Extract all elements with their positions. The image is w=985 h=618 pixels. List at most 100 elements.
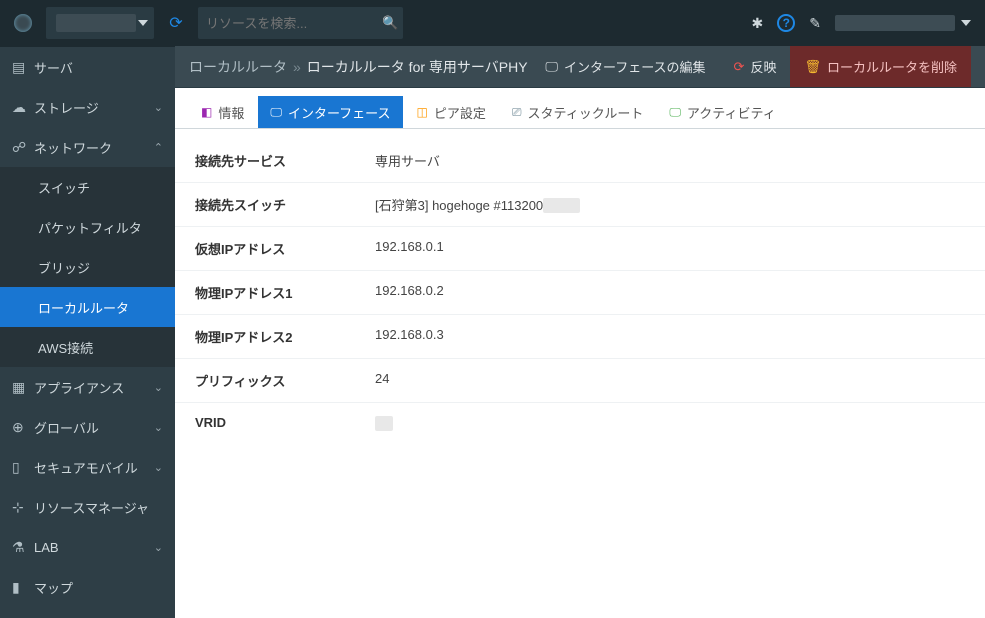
breadcrumb-root[interactable]: ローカルルータ xyxy=(189,57,287,77)
detail-label: 仮想IPアドレス xyxy=(195,239,375,258)
search-box[interactable]: 🔍 xyxy=(198,7,403,39)
content: ローカルルータ » ローカルルータ for 専用サーバPHY 🖵 インターフェー… xyxy=(175,46,985,618)
chevron-up-icon: ⌃ xyxy=(154,141,163,154)
tab-label: スタティックルート xyxy=(527,103,643,122)
server-icon: ▤ xyxy=(12,59,34,76)
apply-button[interactable]: ⟳ 反映 xyxy=(720,46,791,87)
detail-label: 物理IPアドレス1 xyxy=(195,283,375,302)
content-header: ローカルルータ » ローカルルータ for 専用サーバPHY 🖵 インターフェー… xyxy=(175,46,985,88)
sidebar-label: アプライアンス xyxy=(34,378,154,397)
content-actions: 🖵 インターフェースの編集 ⟳ 反映 🗑 ローカルルータを削除 xyxy=(531,46,971,87)
sidebar-label: リソースマネージャ xyxy=(34,498,163,517)
tab-label: 情報 xyxy=(218,103,244,122)
chevron-down-icon: ⌄ xyxy=(154,421,163,434)
tab-label: アクティビティ xyxy=(687,103,776,122)
trash-icon: 🗑 xyxy=(804,59,821,75)
chevron-down-icon xyxy=(138,20,148,26)
tab-label: ピア設定 xyxy=(434,103,486,122)
sidebar-sub-packet-filter[interactable]: パケットフィルタ xyxy=(0,207,175,247)
reload-icon: ⟳ xyxy=(734,59,745,75)
detail-value: 192.168.0.2 xyxy=(375,283,444,302)
feather-icon[interactable]: ✎ xyxy=(809,15,821,32)
chevron-down-icon: ⌄ xyxy=(154,381,163,394)
breadcrumb-separator: » xyxy=(293,59,301,75)
refresh-icon: ⟳ xyxy=(169,13,182,33)
help-icon[interactable]: ? xyxy=(777,14,795,32)
mobile-icon: ▯ xyxy=(12,459,34,476)
sidebar-item-storage[interactable]: ☁ ストレージ ⌄ xyxy=(0,87,175,127)
route-icon: ⎚ xyxy=(512,105,522,120)
search-input[interactable] xyxy=(206,16,382,31)
globe-icon xyxy=(14,14,32,32)
detail-value: 24 xyxy=(375,371,389,390)
delete-button[interactable]: 🗑 ローカルルータを削除 xyxy=(790,46,971,87)
user-label xyxy=(835,15,955,31)
detail-value-text: [石狩第3] hogehoge #113200 xyxy=(375,198,543,213)
sidebar-submenu-network: スイッチ パケットフィルタ ブリッジ ローカルルータ AWS接続 xyxy=(0,167,175,367)
region-dropdown[interactable]: xxxxxxxxxx xyxy=(46,7,154,39)
detail-row: 物理IPアドレス2 192.168.0.3 xyxy=(175,315,985,359)
detail-label: 接続先サービス xyxy=(195,151,375,170)
top-bar: xxxxxxxxxx ⟳ 🔍 ✱ ? ✎ xyxy=(0,0,985,46)
edit-interface-button[interactable]: 🖵 インターフェースの編集 xyxy=(531,46,719,87)
chevron-down-icon: ⌄ xyxy=(154,461,163,474)
sidebar-sub-local-router[interactable]: ローカルルータ xyxy=(0,287,175,327)
detail-value: 専用サーバ xyxy=(375,151,440,170)
sidebar-item-appliance[interactable]: ▦ アプライアンス ⌄ xyxy=(0,367,175,407)
map-icon: ▮ xyxy=(12,579,34,596)
sidebar-item-server[interactable]: ▤ サーバ xyxy=(0,47,175,87)
detail-row: 物理IPアドレス1 192.168.0.2 xyxy=(175,271,985,315)
tab-peer[interactable]: ◫ ピア設定 xyxy=(405,96,498,128)
tabs: ◧ 情報 🖵 インターフェース ◫ ピア設定 ⎚ スタティックルート 🖵 アクテ… xyxy=(175,88,985,129)
user-dropdown[interactable] xyxy=(835,15,971,31)
tab-interface[interactable]: 🖵 インターフェース xyxy=(258,96,402,128)
sidebar-sub-aws[interactable]: AWS接続 xyxy=(0,327,175,367)
detail-row: 仮想IPアドレス 192.168.0.1 xyxy=(175,227,985,271)
monitor-icon: 🖵 xyxy=(545,59,558,75)
chevron-down-icon: ⌄ xyxy=(154,101,163,114)
network-icon: ☍ xyxy=(12,139,34,156)
sidebar-label: ストレージ xyxy=(34,98,154,117)
tab-label: インターフェース xyxy=(288,103,391,122)
sidebar-item-map[interactable]: ▮ マップ xyxy=(0,567,175,607)
storage-icon: ☁ xyxy=(12,99,34,116)
sidebar-sub-switch[interactable]: スイッチ xyxy=(0,167,175,207)
breadcrumb: ローカルルータ » ローカルルータ for 専用サーバPHY xyxy=(189,57,528,77)
chevron-down-icon xyxy=(961,20,971,26)
sidebar-label: LAB xyxy=(34,540,154,555)
detail-label: プリフィックス xyxy=(195,371,375,390)
detail-row: プリフィックス 24 xyxy=(175,359,985,403)
puzzle-icon: ⊹ xyxy=(12,499,34,516)
sidebar-label: サーバ xyxy=(34,58,163,77)
detail-value: xx xyxy=(375,415,393,431)
sidebar-label: マップ xyxy=(34,578,163,597)
search-icon: 🔍 xyxy=(382,15,398,31)
sidebar-item-global[interactable]: ⊕ グローバル ⌄ xyxy=(0,407,175,447)
tab-activity[interactable]: 🖵 アクティビティ xyxy=(657,96,787,128)
details-panel: 接続先サービス 専用サーバ 接続先スイッチ [石狩第3] hogehoge #1… xyxy=(175,129,985,618)
detail-label: 接続先スイッチ xyxy=(195,195,375,214)
gear-icon[interactable]: ✱ xyxy=(752,15,764,32)
redacted-text: xxxxx xyxy=(543,198,580,213)
sidebar-item-secure-mobile[interactable]: ▯ セキュアモバイル ⌄ xyxy=(0,447,175,487)
sidebar-label: ネットワーク xyxy=(34,138,154,157)
sidebar-item-network[interactable]: ☍ ネットワーク ⌃ xyxy=(0,127,175,167)
globe-button[interactable] xyxy=(0,14,46,32)
sidebar-sub-bridge[interactable]: ブリッジ xyxy=(0,247,175,287)
globe-icon: ⊕ xyxy=(12,419,34,436)
detail-row: 接続先スイッチ [石狩第3] hogehoge #113200xxxxx xyxy=(175,183,985,227)
sidebar-item-resource-manager[interactable]: ⊹ リソースマネージャ xyxy=(0,487,175,527)
tab-info[interactable]: ◧ 情報 xyxy=(189,96,256,128)
action-label: 反映 xyxy=(750,57,776,76)
sidebar-item-lab[interactable]: ⚗ LAB ⌄ xyxy=(0,527,175,567)
breadcrumb-current: ローカルルータ for 専用サーバPHY xyxy=(307,57,528,77)
tab-static-route[interactable]: ⎚ スタティックルート xyxy=(500,96,655,128)
topbar-right: ✱ ? ✎ xyxy=(752,14,985,32)
region-label: xxxxxxxxxx xyxy=(56,14,136,32)
detail-value: 192.168.0.1 xyxy=(375,239,444,258)
detail-label: 物理IPアドレス2 xyxy=(195,327,375,346)
redacted-text: xx xyxy=(375,416,393,431)
refresh-button[interactable]: ⟳ xyxy=(154,13,198,33)
detail-value: 192.168.0.3 xyxy=(375,327,444,346)
detail-row: VRID xx xyxy=(175,403,985,443)
